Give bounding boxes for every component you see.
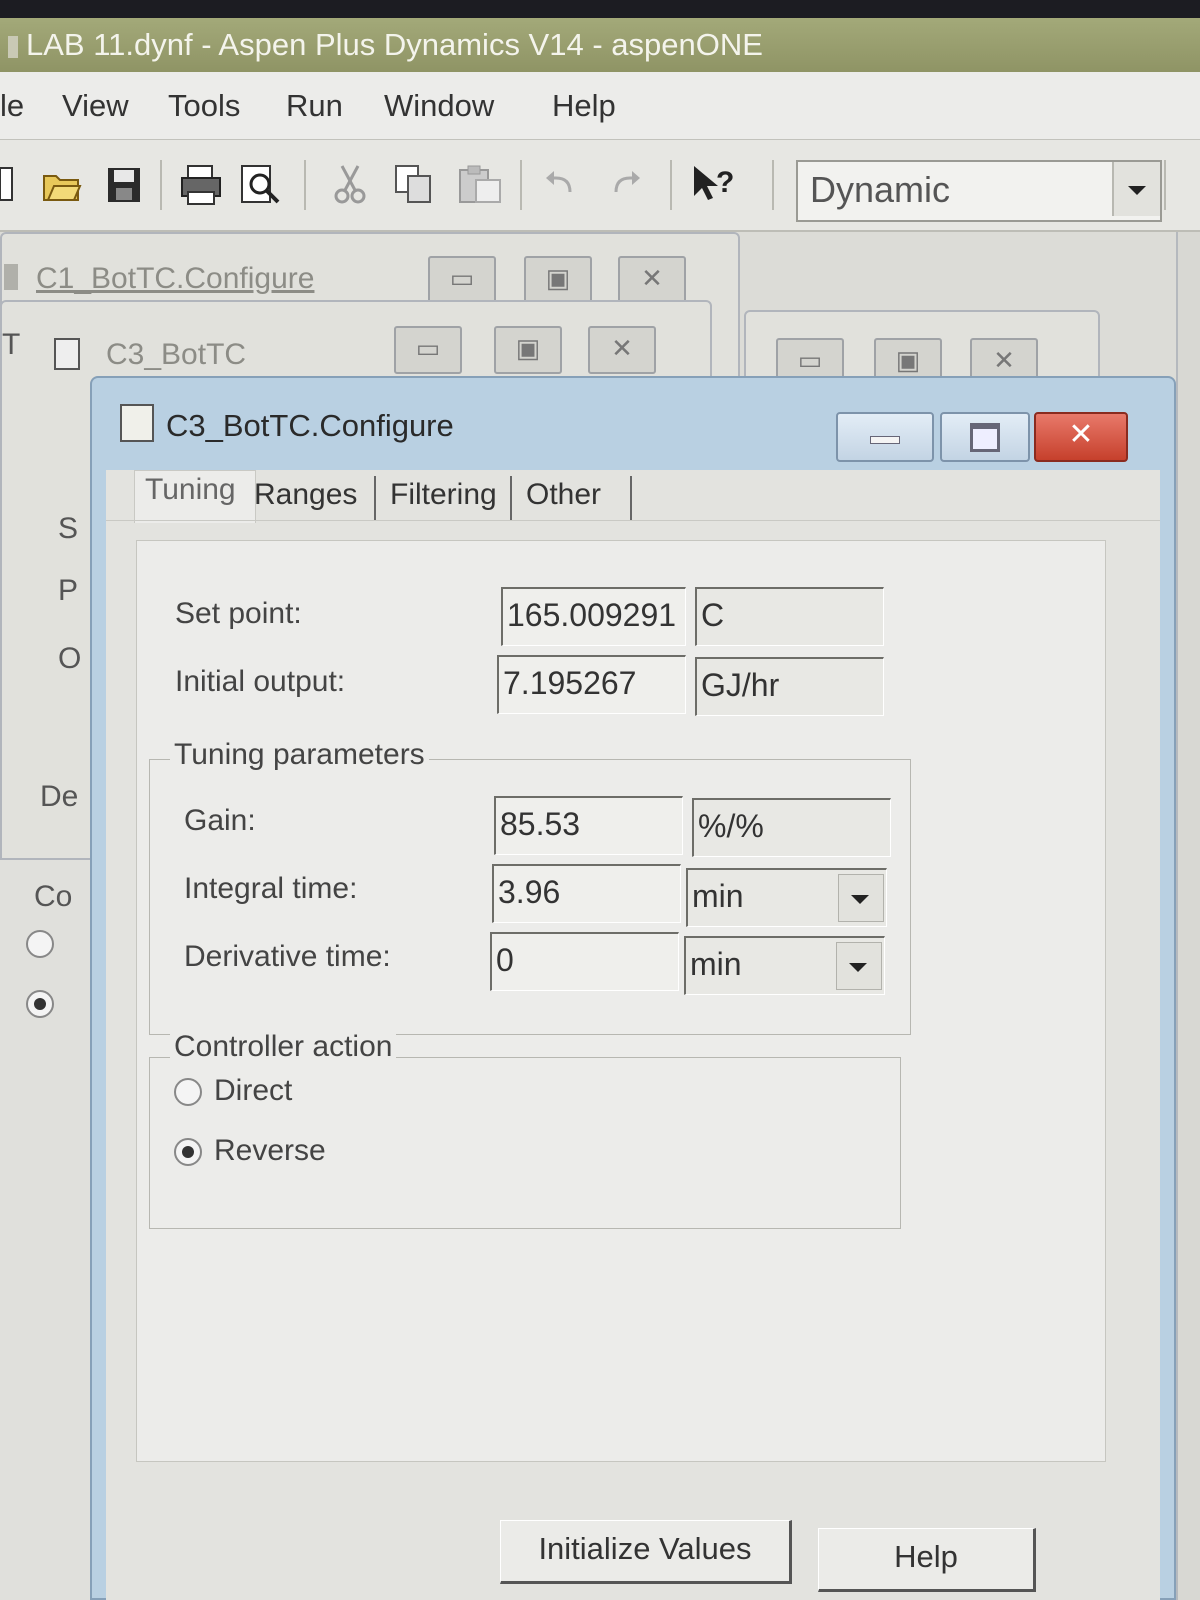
toolbar-separator <box>304 160 306 210</box>
cut-icon[interactable] <box>330 162 370 206</box>
toolbar: ? Dynamic <box>0 140 1200 232</box>
tab-tuning[interactable]: Tuning <box>134 470 256 523</box>
copy-icon[interactable] <box>392 162 438 206</box>
paste-icon[interactable] <box>456 162 506 206</box>
toolbar-separator <box>520 160 522 210</box>
open-folder-icon[interactable] <box>42 162 82 206</box>
minimize-button[interactable]: ▭ <box>428 256 496 304</box>
set-point-field[interactable]: 165.009291 <box>501 587 686 646</box>
initialize-values-button[interactable]: Initialize Values <box>500 1520 792 1584</box>
direct-radio-label[interactable]: Direct <box>214 1074 292 1108</box>
gain-label: Gain: <box>184 804 256 837</box>
direct-radio[interactable] <box>174 1078 202 1106</box>
print-preview-icon[interactable] <box>238 162 284 206</box>
tab-bar-line <box>106 520 1160 521</box>
integral-time-unit-select[interactable]: min <box>686 868 887 927</box>
dialog-body: Tuning Ranges Filtering Other Set point:… <box>106 470 1160 1600</box>
svg-text:?: ? <box>716 166 734 199</box>
right-background-window-edge <box>1176 232 1200 1600</box>
maximize-button[interactable]: ▣ <box>494 326 562 374</box>
integral-time-label: Integral time: <box>184 872 358 905</box>
close-button[interactable]: ✕ <box>588 326 656 374</box>
menu-run[interactable]: Run <box>286 88 343 124</box>
new-file-icon[interactable] <box>0 162 14 206</box>
left-radio-2[interactable] <box>26 990 54 1018</box>
screen-top-edge <box>0 0 1200 18</box>
left-cut-label-co: Co <box>34 880 73 913</box>
left-cut-label-s: S <box>58 512 79 545</box>
left-cut-label-o: O <box>58 642 82 675</box>
tab-divider <box>630 476 632 520</box>
close-button[interactable]: ✕ <box>618 256 686 304</box>
set-point-label: Set point: <box>175 597 302 630</box>
gain-unit: %/% <box>692 798 891 857</box>
derivative-time-unit: min <box>690 946 742 982</box>
toolbar-separator <box>670 160 672 210</box>
toolbar-separator <box>772 160 774 210</box>
controller-action-group: Controller action Direct Reverse <box>149 1030 901 1229</box>
derivative-time-label: Derivative time: <box>184 940 391 973</box>
tuning-parameters-group: Tuning parameters Gain: 85.53 %/% Integr… <box>149 738 911 1035</box>
context-help-icon[interactable]: ? <box>690 162 740 206</box>
app-title-bar: LAB 11.dynf - Aspen Plus Dynamics V14 - … <box>0 18 1200 72</box>
gain-field[interactable]: 85.53 <box>494 796 683 855</box>
left-cut-label-t: T <box>2 328 21 361</box>
menu-tools[interactable]: Tools <box>168 88 240 124</box>
left-cut-label-de: De <box>40 780 79 813</box>
left-cut-label-p: P <box>58 574 79 607</box>
toolbar-separator <box>1164 160 1166 210</box>
tuning-tab-panel: Set point: 165.009291 C Initial output: … <box>136 540 1106 1462</box>
run-mode-value: Dynamic <box>810 169 951 210</box>
reverse-radio[interactable] <box>174 1138 202 1166</box>
chevron-down-icon[interactable] <box>1112 162 1160 216</box>
set-point-unit: C <box>695 587 884 646</box>
tab-divider <box>374 476 376 520</box>
derivative-time-field[interactable]: 0 <box>490 932 679 991</box>
tuning-parameters-title: Tuning parameters <box>170 738 429 772</box>
tab-filtering[interactable]: Filtering <box>390 478 497 512</box>
tab-divider <box>510 476 512 520</box>
dialog-window-icon <box>120 404 154 442</box>
initial-output-unit: GJ/hr <box>695 657 884 716</box>
left-background-panel: Co <box>0 860 90 1600</box>
derivative-time-unit-select[interactable]: min <box>684 936 885 995</box>
initial-output-field[interactable]: 7.195267 <box>497 655 686 714</box>
chevron-down-icon[interactable] <box>838 874 884 922</box>
dialog-title: C3_BotTC.Configure <box>166 408 454 443</box>
chevron-down-icon[interactable] <box>836 942 882 990</box>
undo-icon[interactable] <box>540 162 580 206</box>
initial-output-label: Initial output: <box>175 665 346 698</box>
app-title: LAB 11.dynf - Aspen Plus Dynamics V14 - … <box>26 27 763 62</box>
integral-time-field[interactable]: 3.96 <box>492 864 681 923</box>
minimize-button[interactable]: ▭ <box>394 326 462 374</box>
integral-time-unit: min <box>692 878 744 914</box>
background-window-c3-title: C3_BotTC <box>106 338 247 371</box>
menu-view[interactable]: View <box>62 88 129 124</box>
dialog-minimize-button[interactable] <box>836 412 934 462</box>
maximize-button[interactable]: ▣ <box>524 256 592 304</box>
run-mode-combo[interactable]: Dynamic <box>796 160 1162 222</box>
menu-file[interactable]: le <box>0 88 24 124</box>
tab-other[interactable]: Other <box>526 478 601 512</box>
controller-action-title: Controller action <box>170 1030 397 1064</box>
menu-help[interactable]: Help <box>552 88 616 124</box>
dialog-maximize-button[interactable] <box>940 412 1030 462</box>
background-window-c1-title: C1_BotTC.Configure <box>36 262 315 295</box>
left-radio-1[interactable] <box>26 930 54 958</box>
close-icon: ✕ <box>1068 418 1094 451</box>
redo-icon[interactable] <box>606 162 646 206</box>
print-icon[interactable] <box>178 162 224 206</box>
window-icon <box>4 264 18 290</box>
help-button[interactable]: Help <box>818 1528 1036 1592</box>
menu-window[interactable]: Window <box>384 88 494 124</box>
toolbar-separator <box>160 160 162 210</box>
reverse-radio-label[interactable]: Reverse <box>214 1134 326 1168</box>
tab-ranges[interactable]: Ranges <box>254 478 357 512</box>
save-icon[interactable] <box>104 162 144 206</box>
window-icon <box>54 338 80 370</box>
menu-bar: le View Tools Run Window Help <box>0 72 1200 140</box>
dialog-close-button[interactable]: ✕ <box>1034 412 1128 462</box>
configure-dialog[interactable]: C3_BotTC.Configure ✕ Tuning Ranges Filte… <box>90 376 1176 1600</box>
app-system-icon[interactable] <box>8 35 18 58</box>
